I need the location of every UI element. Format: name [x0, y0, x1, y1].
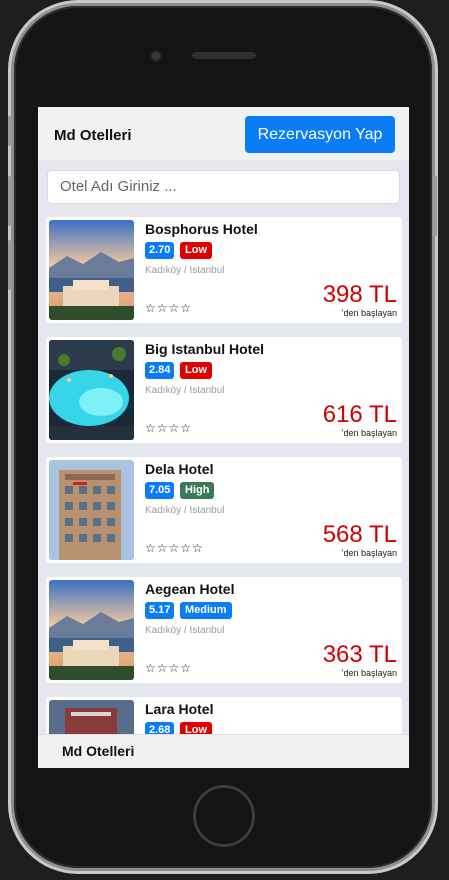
hotel-location: Kadıköy / Istanbul [145, 265, 225, 276]
hotel-photo [49, 340, 134, 440]
rating-badge: 7.05 [145, 482, 175, 499]
hotel-card[interactable]: Aegean Hotel 5.17 Medium Kadıköy / Istan… [46, 577, 402, 683]
app-screen: Md Otelleri Rezervasyon Yap Otel Adı Gir… [38, 107, 409, 768]
hotel-name[interactable]: Bosphorus Hotel [145, 221, 258, 237]
price-suffix: 'den başlayan [341, 668, 397, 678]
mute-switch [8, 116, 12, 146]
hotel-price: 363 TL [322, 641, 397, 668]
home-button[interactable] [193, 785, 255, 847]
price-suffix: 'den başlayan [341, 428, 397, 438]
price-suffix: 'den başlayan [341, 308, 397, 318]
star-rating: ☆☆☆☆ [145, 661, 193, 675]
power-button [433, 176, 437, 236]
hotel-photo [49, 580, 134, 680]
hotel-location: Kadıköy / Istanbul [145, 505, 225, 516]
hotel-card[interactable]: Dela Hotel 7.05 High Kadıköy / Istanbul … [46, 457, 402, 563]
level-badge: Low [180, 362, 212, 379]
hotel-name[interactable]: Big Istanbul Hotel [145, 341, 264, 357]
volume-up-button [8, 176, 12, 226]
reservation-button[interactable]: Rezervasyon Yap [245, 116, 395, 153]
bottom-navbar: Md Otelleri [38, 734, 409, 768]
hotel-search-input[interactable]: Otel Adı Giriniz ... [47, 170, 400, 204]
hotel-price: 568 TL [322, 521, 397, 548]
hotel-card[interactable]: Big Istanbul Hotel 2.84 Low Kadıköy / Is… [46, 337, 402, 443]
top-navbar: Md Otelleri Rezervasyon Yap [38, 107, 409, 161]
rating-badge: 5.17 [145, 602, 175, 619]
hotel-photo [49, 460, 134, 560]
rating-badge: 2.70 [145, 242, 175, 259]
camera-icon [152, 52, 160, 60]
star-rating: ☆☆☆☆ [145, 301, 193, 315]
level-badge: Low [180, 242, 212, 259]
level-badge: High [180, 482, 215, 499]
hotel-price: 616 TL [322, 401, 397, 428]
rating-badge: 2.84 [145, 362, 175, 379]
level-badge: Medium [180, 602, 232, 619]
star-rating: ☆☆☆☆ [145, 421, 193, 435]
price-suffix: 'den başlayan [341, 548, 397, 558]
hotel-photo [49, 220, 134, 320]
hotel-location: Kadıköy / Istanbul [145, 625, 225, 636]
hotel-price: 398 TL [322, 281, 397, 308]
hotel-name[interactable]: Aegean Hotel [145, 581, 234, 597]
hotel-name[interactable]: Dela Hotel [145, 461, 213, 477]
hotel-list: Bosphorus Hotel 2.70 Low Kadıköy / Istan… [46, 217, 402, 768]
brand-title[interactable]: Md Otelleri [54, 127, 132, 144]
star-rating: ☆☆☆☆☆ [145, 541, 204, 555]
speaker-grille [192, 52, 256, 59]
hotel-name[interactable]: Lara Hotel [145, 701, 213, 717]
hotel-location: Kadıköy / Istanbul [145, 385, 225, 396]
hotel-card[interactable]: Bosphorus Hotel 2.70 Low Kadıköy / Istan… [46, 217, 402, 323]
volume-down-button [8, 240, 12, 290]
footer-brand[interactable]: Md Otelleri [62, 743, 134, 759]
